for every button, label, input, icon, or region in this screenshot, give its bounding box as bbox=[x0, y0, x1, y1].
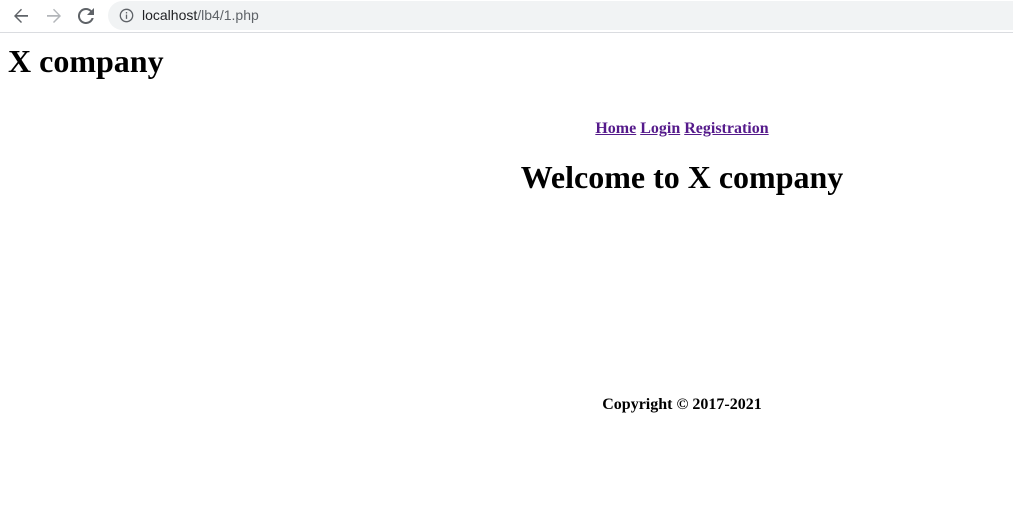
url-text[interactable]: localhost/lb4/1.php bbox=[142, 7, 259, 23]
welcome-heading: Welcome to X company bbox=[520, 159, 844, 195]
nav-link-registration[interactable]: Registration bbox=[684, 120, 768, 137]
site-title: X company bbox=[8, 43, 164, 79]
nav-link-home[interactable]: Home bbox=[595, 120, 636, 137]
back-button[interactable] bbox=[9, 4, 33, 28]
nav-link-login[interactable]: Login bbox=[640, 120, 680, 137]
arrow-right-icon bbox=[47, 8, 61, 23]
info-icon[interactable] bbox=[119, 8, 134, 23]
url-host: localhost bbox=[142, 7, 198, 23]
reload-button[interactable] bbox=[74, 4, 98, 28]
copyright-text: Copyright © 2017-2021 bbox=[602, 396, 762, 413]
forward-button[interactable] bbox=[42, 4, 66, 28]
url-path: /lb4/1.php bbox=[197, 7, 259, 23]
arrow-left-icon bbox=[14, 8, 28, 23]
browser-toolbar: localhost/lb4/1.php bbox=[0, 0, 1013, 33]
address-bar[interactable]: localhost/lb4/1.php bbox=[108, 1, 1013, 30]
nav-menu: Home Login Registration bbox=[352, 119, 1012, 139]
reload-icon bbox=[78, 8, 94, 24]
page-content: X company Home Login Registration Welcom… bbox=[0, 33, 1013, 513]
